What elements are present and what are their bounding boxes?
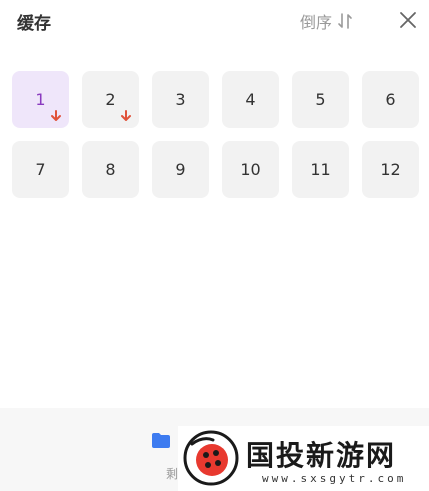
episode-number: 7 bbox=[35, 160, 46, 179]
storage-text: 剩 bbox=[166, 467, 179, 481]
episode-tile-10[interactable]: 10 bbox=[222, 141, 279, 198]
close-icon[interactable] bbox=[398, 10, 418, 30]
download-arrow-icon bbox=[121, 110, 131, 121]
episode-tile-12[interactable]: 12 bbox=[362, 141, 419, 198]
episode-tile-5[interactable]: 5 bbox=[292, 71, 349, 128]
episode-tile-2[interactable]: 2 bbox=[82, 71, 139, 128]
folder-icon[interactable] bbox=[151, 432, 171, 449]
episode-number: 9 bbox=[175, 160, 186, 179]
episode-number: 6 bbox=[385, 90, 396, 109]
episode-tile-9[interactable]: 9 bbox=[152, 141, 209, 198]
watermark-title: 国投新游网 bbox=[246, 439, 397, 472]
episode-number: 10 bbox=[240, 160, 261, 179]
sort-icon bbox=[338, 13, 352, 29]
episode-tile-7[interactable]: 7 bbox=[12, 141, 69, 198]
watermark-url: www.sxsgytr.com bbox=[262, 472, 407, 485]
episode-tile-6[interactable]: 6 bbox=[362, 71, 419, 128]
episode-tile-8[interactable]: 8 bbox=[82, 141, 139, 198]
episode-number: 5 bbox=[315, 90, 326, 109]
episode-number: 12 bbox=[380, 160, 401, 179]
episode-tile-4[interactable]: 4 bbox=[222, 71, 279, 128]
episode-number: 1 bbox=[35, 90, 46, 109]
episode-number: 4 bbox=[245, 90, 256, 109]
episode-tile-1[interactable]: 1 bbox=[12, 71, 69, 128]
watermark-logo bbox=[183, 430, 239, 486]
episode-tile-3[interactable]: 3 bbox=[152, 71, 209, 128]
sort-order-button[interactable]: 倒序 bbox=[300, 9, 353, 33]
episode-number: 2 bbox=[105, 90, 116, 109]
page-title: 缓存 bbox=[17, 14, 51, 34]
header: 缓存 倒序 bbox=[0, 0, 429, 42]
episode-number: 8 bbox=[105, 160, 116, 179]
sort-label: 倒序 bbox=[300, 13, 333, 32]
episode-number: 3 bbox=[175, 90, 186, 109]
download-arrow-icon bbox=[51, 110, 61, 121]
episode-tile-11[interactable]: 11 bbox=[292, 141, 349, 198]
episode-number: 11 bbox=[310, 160, 331, 179]
